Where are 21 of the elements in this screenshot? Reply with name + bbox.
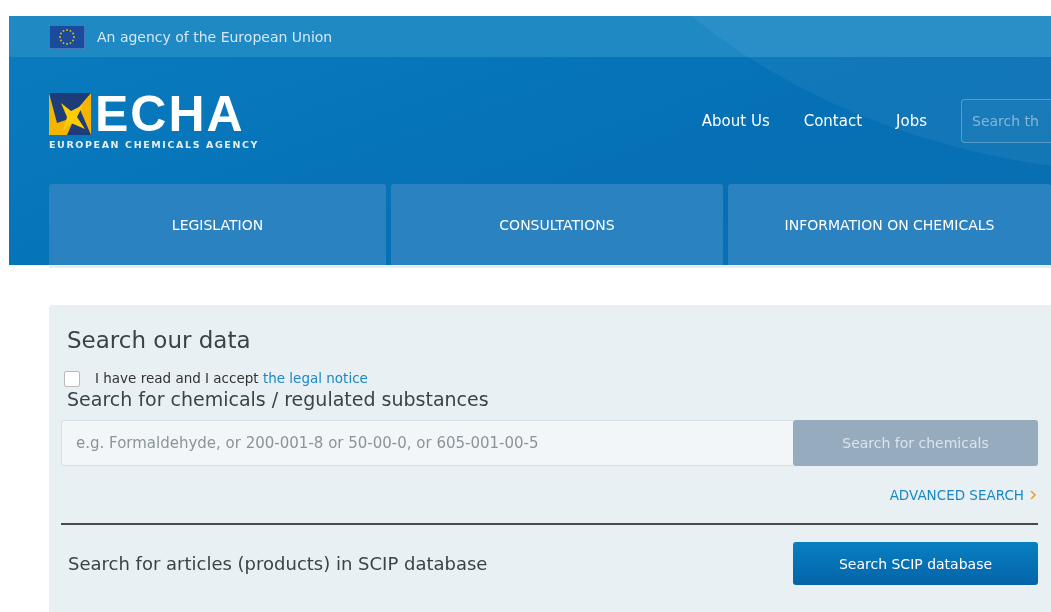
logo-icon <box>49 92 91 135</box>
legal-link[interactable]: the legal notice <box>262 370 368 386</box>
scip-heading: Search for articles (products) in SCIP database <box>68 553 488 574</box>
panel-title: Search our data <box>67 327 252 353</box>
legal-text: I have read and I accept the legal notice <box>95 370 369 386</box>
search-scip-button[interactable]: Search SCIP database <box>793 542 1038 585</box>
header-link[interactable]: Contact <box>803 111 863 130</box>
agency-text: An agency of the European Union <box>97 28 333 45</box>
flag-icon <box>49 24 85 49</box>
logo-wordmark: ECHA <box>95 91 245 136</box>
nav-tab[interactable]: LEGISLATION <box>49 184 386 265</box>
advanced-search-link[interactable]: ADVANCED SEARCH <box>889 487 1024 503</box>
legal-checkbox[interactable] <box>64 371 80 387</box>
chemicals-heading: Search for chemicals / regulated substances <box>67 388 490 410</box>
logo-subtitle: EUROPEAN CHEMICALS AGENCY <box>49 138 260 150</box>
header-link[interactable]: About Us <box>701 111 770 130</box>
header-link[interactable]: Jobs <box>896 111 927 130</box>
chemicals-input[interactable]: e.g. Formaldehyde, or 200-001-8 or 50-00-0, or 605-001-00-5 <box>61 420 793 466</box>
nav-tab[interactable]: INFORMATION ON CHEMICALS <box>728 184 1051 265</box>
nav-tab[interactable]: CONSULTATIONS <box>391 184 723 265</box>
chevron-icon <box>1030 490 1036 500</box>
